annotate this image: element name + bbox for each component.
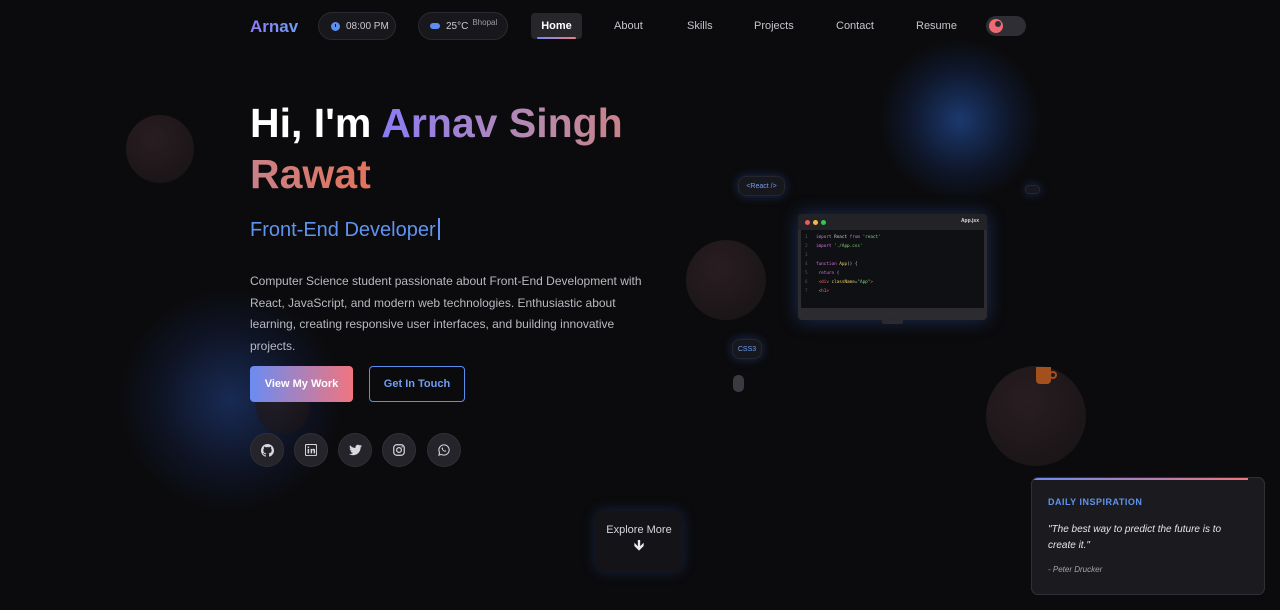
decorative-orb [686,240,766,320]
weather-temp: 25°C [446,20,469,32]
github-icon[interactable] [250,433,284,467]
quote-author: - Peter Drucker [1048,565,1103,574]
theme-toggle[interactable] [986,16,1026,36]
daily-inspiration-card: DAILY INSPIRATION "The best way to predi… [1031,477,1265,595]
decorative-orb [126,115,194,183]
view-my-work-button[interactable]: View My Work [250,366,353,402]
close-dot-icon [805,220,810,225]
moon-icon [989,19,1003,33]
nav-link-about[interactable]: About [614,13,643,39]
top-navigation: Arnav 08:00 PM 25°C Bhopal Home About Sk… [0,0,1280,52]
nav-link-contact[interactable]: Contact [836,13,874,39]
hero-role: Front-End Developer [250,218,440,242]
code-line: 4 function App() { [805,262,858,267]
code-line: 7 <h1> [805,289,829,294]
whatsapp-icon[interactable] [427,433,461,467]
twitter-icon[interactable] [338,433,372,467]
quote-text: "The best way to predict the future is t… [1048,524,1222,551]
css-tag: CSS3 [732,339,762,359]
nav-link-projects[interactable]: Projects [754,13,794,39]
laptop-illustration: App.jsx 1 import React from 'react' 2 impor… [798,214,987,320]
arrow-down-icon: 🡻 [633,537,645,554]
linkedin-icon[interactable] [294,433,328,467]
nav-link-home[interactable]: Home [531,13,582,39]
code-line: 1 import React from 'react' [805,235,881,240]
mouse-icon [733,375,744,392]
cloud-icon [430,23,440,29]
code-line: 2 import './App.css' [805,244,863,249]
coffee-icon [1036,364,1057,384]
instagram-icon[interactable] [382,433,416,467]
weather-city: Bhopal [472,17,498,27]
explore-label: Explore More [606,524,672,536]
quote-heading: DAILY INSPIRATION [1048,497,1143,507]
get-in-touch-button[interactable]: Get In Touch [369,366,465,402]
ambient-glow-right [880,40,1040,200]
role-text: Front-End Developer [250,219,436,241]
code-line: 3 [805,253,808,258]
nav-link-skills[interactable]: Skills [687,13,713,39]
react-tag: <React /> [738,176,785,196]
laptop-stand [882,318,903,324]
hero-heading: Hi, I'm Arnav Singh Rawat [250,98,690,200]
code-line: 5 return ( [805,271,840,276]
explore-more-button[interactable]: Explore More 🡻 [596,511,682,571]
minimize-dot-icon [813,220,818,225]
typing-cursor [437,218,440,240]
time-text: 08:00 PM [346,20,389,32]
maximize-dot-icon [821,220,826,225]
hero-greeting: Hi, I'm [250,100,382,146]
clock-icon [331,21,340,31]
nav-link-resume[interactable]: Resume [916,13,957,39]
site-logo[interactable]: Arnav [250,17,298,37]
hero-description: Computer Science student passionate abou… [250,274,642,353]
time-widget: 08:00 PM [318,12,396,40]
code-line: 6 <div className="App"> [805,280,873,285]
code-editor: 1 import React from 'react' 2 import './App… [801,230,984,308]
weather-widget: 25°C Bhopal [418,12,508,40]
laptop-window-bar: App.jsx [798,214,987,230]
floating-chip [1025,185,1040,194]
code-file-name: App.jsx [960,218,979,224]
